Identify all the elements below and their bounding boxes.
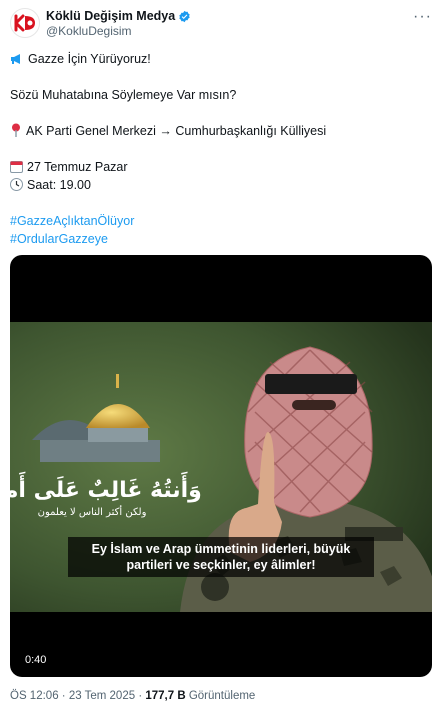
display-name[interactable]: Köklü Değişim Medya bbox=[46, 9, 175, 23]
video-frame[interactable]: وَأَنتُهُ غَالِبٌ عَلَى أَمرِهِ ولكن أكث… bbox=[10, 322, 432, 612]
tweet-time[interactable]: ÖS 12:06 bbox=[10, 690, 59, 702]
separator-dot: · bbox=[61, 690, 69, 702]
arabic-subline-text: ولكن أكثر الناس لا يعلمون bbox=[38, 505, 147, 518]
tweet-time-line: Saat: 19.00 bbox=[10, 176, 91, 196]
hashtag-link[interactable]: #OrdularGazzeye bbox=[10, 230, 108, 248]
tweet-header: Köklü Değişim Medya @KokluDegisim ··· bbox=[10, 8, 434, 40]
handle[interactable]: @KokluDegisim bbox=[46, 24, 132, 38]
views-label: Görüntüleme bbox=[188, 690, 256, 702]
megaphone-icon bbox=[10, 52, 24, 70]
hashtag-link[interactable]: #GazzeAçlıktanÖlüyor bbox=[10, 212, 134, 230]
clock-icon bbox=[10, 178, 23, 196]
koklu-degisim-logo bbox=[12, 10, 38, 36]
video-subtitle: Ey İslam ve Arap ümmetinin liderleri, bü… bbox=[68, 537, 374, 577]
video-duration: 0:40 bbox=[20, 651, 52, 669]
round-pushpin-icon bbox=[10, 123, 22, 142]
tweet-date-line: 27 Temmuz Pazar bbox=[10, 158, 128, 178]
tweet-location-line: AK Parti Genel Merkezi → Cumhurbaşkanlığ… bbox=[10, 122, 326, 142]
tweet-date[interactable]: 23 Tem 2025 bbox=[69, 690, 135, 702]
name-row: Köklü Değişim Medya bbox=[46, 8, 191, 24]
verified-badge-icon bbox=[179, 10, 190, 22]
view-count: 177,7 B bbox=[145, 690, 186, 702]
tweet-line-2: Sözü Muhatabına Söylemeye Var mısın? bbox=[10, 88, 237, 102]
tweet-meta: ÖS 12:06 · 23 Tem 2025 · 177,7 B Görüntü… bbox=[10, 690, 255, 702]
more-options-icon[interactable]: ··· bbox=[413, 8, 432, 26]
tweet-line-1: Gazze İçin Yürüyoruz! bbox=[10, 50, 151, 70]
avatar[interactable] bbox=[10, 8, 40, 38]
video-player[interactable]: وَأَنتُهُ غَالِبٌ عَلَى أَمرِهِ ولكن أكث… bbox=[10, 255, 432, 677]
